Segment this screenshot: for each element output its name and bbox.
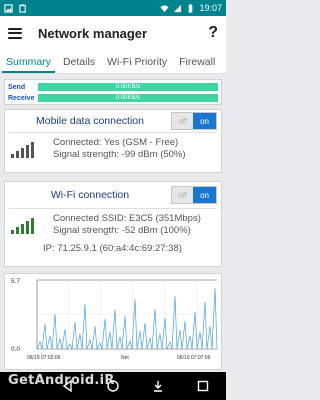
clipboard-icon xyxy=(19,3,26,13)
receive-rate-bar: 0.00KB/s xyxy=(38,94,218,102)
battery-icon xyxy=(189,3,193,13)
status-time: 19:07 xyxy=(199,3,222,13)
receive-label: Receive xyxy=(8,94,35,102)
app-title: Network manager xyxy=(38,25,148,41)
wifi-card: Wi-Fi connection off on Connected SSID: … xyxy=(4,181,222,267)
wifi-signal-icon xyxy=(11,216,39,234)
cell-signal-icon xyxy=(11,140,39,158)
graph-y-max-label: 5.7 xyxy=(11,278,20,285)
download-icon[interactable] xyxy=(144,376,172,396)
signal-icon xyxy=(174,4,182,12)
send-rate-bar: 0.00KB/s xyxy=(38,83,218,91)
graph-x-center-label: Net xyxy=(121,355,129,361)
image-icon xyxy=(4,3,13,13)
mobile-toggle-on[interactable]: on xyxy=(193,113,216,129)
mobile-data-card: Mobile data connection off on Connected:… xyxy=(4,109,222,173)
recents-icon[interactable] xyxy=(189,376,217,396)
wifi-icon xyxy=(160,4,170,12)
mobile-toggle-off[interactable]: off xyxy=(172,113,194,129)
wifi-signal-text: Signal strength: -52 dBm (100%) xyxy=(53,225,191,236)
graph-y-min-label: 0.0 xyxy=(11,346,20,353)
tab-summary[interactable]: Summary xyxy=(0,50,57,73)
navigation-bar xyxy=(0,372,226,400)
tab-bar: Summary Details Wi-Fi Priority Firewall … xyxy=(0,50,226,74)
mobile-signal-text: Signal strength: -99 dBm (50%) xyxy=(53,149,186,160)
back-icon[interactable] xyxy=(54,376,82,396)
tab-firewall[interactable]: Firewall xyxy=(173,50,221,73)
tab-truncated[interactable]: D xyxy=(221,50,226,73)
graph-x-end-label: 06/19 07:07:06 xyxy=(177,355,211,361)
nav-placeholder xyxy=(9,376,37,396)
wifi-ip-text: IP: 71.25.9.1 (60:a4:4c:69:27:38) xyxy=(43,243,182,254)
graph-x-start-label: 06/19 07:02:06 xyxy=(27,355,61,361)
graph-grid xyxy=(36,280,217,349)
wifi-toggle[interactable]: off on xyxy=(171,186,217,204)
help-icon[interactable]: ? xyxy=(208,24,218,42)
menu-icon[interactable] xyxy=(8,27,22,39)
send-label: Send xyxy=(8,83,26,91)
tab-wifi-priority[interactable]: Wi-Fi Priority xyxy=(101,50,173,73)
traffic-meter: Send 0.00KB/s Receive 0.00KB/s xyxy=(4,79,222,105)
wifi-toggle-on[interactable]: on xyxy=(193,187,216,203)
wifi-ssid-text: Connected SSID: E3C5 (351Mbps) xyxy=(53,213,201,224)
traffic-graph-svg: 5.7 0.0 06/19 07:02:06 Net 06/19 07:07:0… xyxy=(11,278,218,361)
status-bar: 19:07 xyxy=(0,0,226,16)
tab-details[interactable]: Details xyxy=(57,50,101,73)
traffic-series-line xyxy=(36,287,218,351)
home-icon[interactable] xyxy=(99,376,127,396)
wifi-title: Wi-Fi connection xyxy=(50,189,130,201)
wifi-toggle-off[interactable]: off xyxy=(172,187,194,203)
traffic-graph: 5.7 0.0 06/19 07:02:06 Net 06/19 07:07:0… xyxy=(4,273,222,370)
mobile-data-toggle[interactable]: off on xyxy=(171,112,217,130)
mobile-connected-text: Connected: Yes (GSM - Free) xyxy=(53,137,179,148)
mobile-data-title: Mobile data connection xyxy=(36,115,144,127)
app-bar: Network manager ? xyxy=(0,16,226,50)
